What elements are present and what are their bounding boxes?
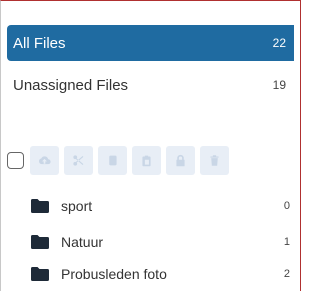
folder-item[interactable]: Natuur 1: [31, 231, 290, 253]
nav-unassigned-files[interactable]: Unassigned Files 19: [7, 67, 294, 103]
cloud-upload-icon: [39, 156, 51, 165]
folder-icon: [31, 235, 49, 249]
folder-name: Probusleden foto: [61, 266, 167, 282]
copy-icon: [109, 155, 117, 166]
file-toolbar: [7, 146, 229, 175]
delete-button[interactable]: [200, 146, 229, 175]
nav-all-files[interactable]: All Files 22: [7, 25, 294, 61]
nav-unassigned-files-label: Unassigned Files: [13, 76, 129, 94]
folder-count: 0: [283, 200, 290, 212]
folder-item[interactable]: Probusleden foto 2: [31, 263, 290, 285]
folder-name: sport: [61, 198, 93, 214]
lock-button[interactable]: [166, 146, 195, 175]
upload-button[interactable]: [30, 146, 59, 175]
scissors-icon: [73, 155, 84, 166]
folder-name: Natuur: [61, 234, 104, 250]
folder-icon: [31, 267, 49, 281]
nav-all-files-label: All Files: [13, 34, 66, 52]
paste-icon: [142, 155, 151, 167]
select-all-checkbox[interactable]: [7, 152, 24, 169]
folder-count: 2: [283, 268, 290, 280]
paste-button[interactable]: [132, 146, 161, 175]
copy-button[interactable]: [98, 146, 127, 175]
trash-icon: [210, 155, 219, 166]
file-sidebar: All Files 22 Unassigned Files 19 sport 0…: [0, 0, 301, 291]
nav-all-files-count: 22: [272, 36, 286, 50]
folder-count: 1: [283, 236, 290, 248]
cut-button[interactable]: [64, 146, 93, 175]
folder-icon: [31, 199, 49, 213]
lock-icon: [176, 154, 185, 167]
folder-item[interactable]: sport 0: [31, 195, 290, 217]
nav-unassigned-files-count: 19: [272, 78, 286, 92]
